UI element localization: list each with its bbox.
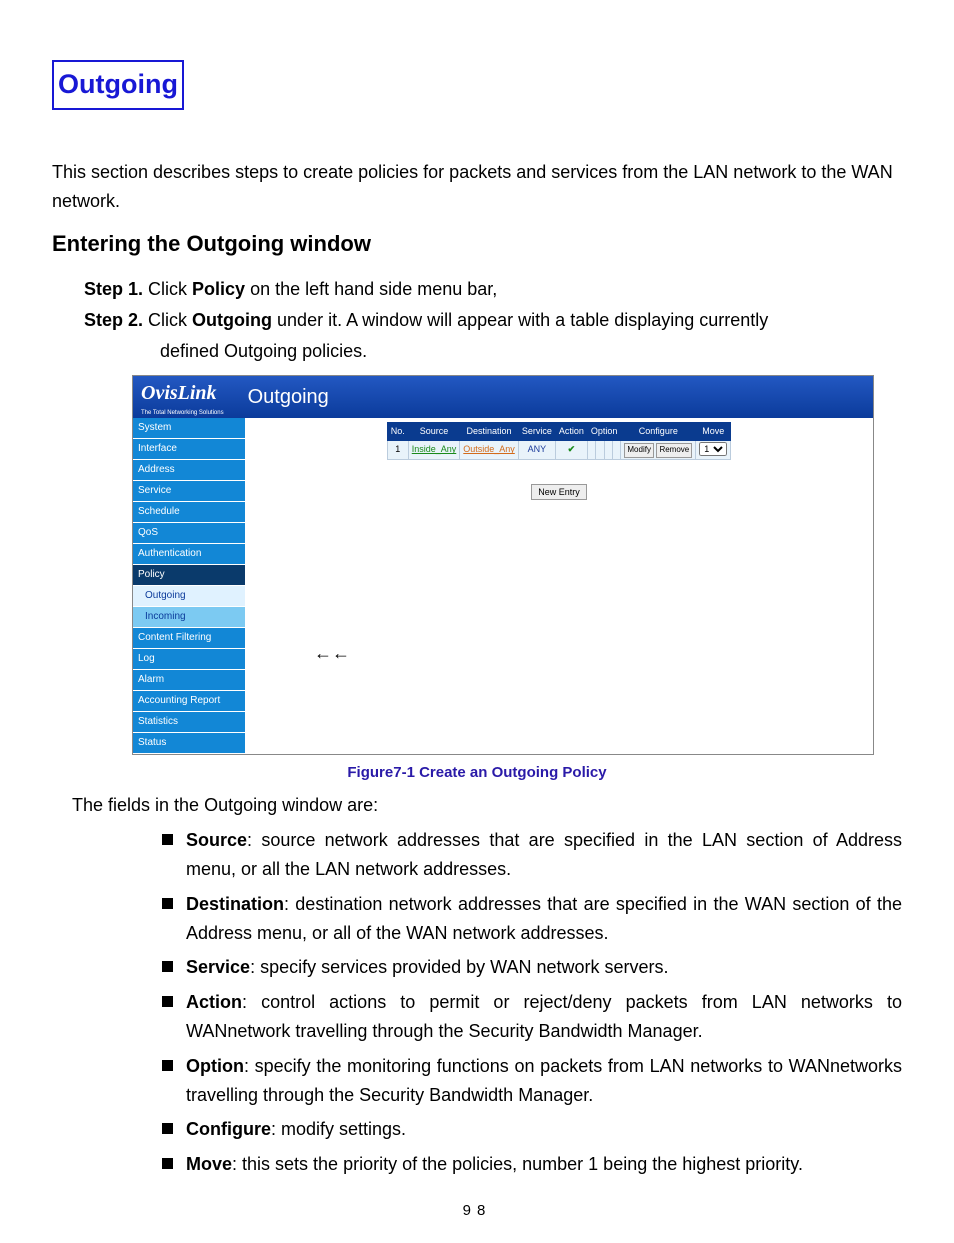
figure-caption: Figure7-1 Create an Outgoing Policy bbox=[52, 761, 902, 785]
cell-option-3 bbox=[604, 440, 612, 459]
page-number: 98 bbox=[52, 1199, 902, 1223]
sidebar-item-authentication[interactable]: Authentication bbox=[133, 544, 245, 565]
screenshot-body: System Interface Address Service Schedul… bbox=[133, 418, 873, 754]
step-2-pre: Click bbox=[148, 310, 192, 330]
fields-list: Source: source network addresses that ar… bbox=[162, 826, 902, 1179]
sidebar-item-log[interactable]: Log bbox=[133, 649, 245, 670]
field-service: Service: specify services provided by WA… bbox=[162, 953, 902, 982]
step-2-label: Step 2. bbox=[84, 310, 143, 330]
col-service: Service bbox=[518, 423, 555, 440]
step-2-continuation: defined Outgoing policies. bbox=[160, 337, 902, 366]
step-2-post: under it. A window will appear with a ta… bbox=[272, 310, 768, 330]
step-1-bold: Policy bbox=[192, 279, 245, 299]
col-destination: Destination bbox=[460, 423, 519, 440]
sidebar-subitem-outgoing[interactable]: Outgoing bbox=[133, 586, 245, 607]
move-select[interactable]: 1 bbox=[699, 442, 727, 456]
cell-service: ANY bbox=[518, 440, 555, 459]
table-row: 1 Inside_Any Outside_Any ANY ✔ Modify Re… bbox=[387, 440, 731, 459]
cell-configure: Modify Remove bbox=[621, 440, 696, 459]
sidebar-item-schedule[interactable]: Schedule bbox=[133, 502, 245, 523]
sidebar-item-statistics[interactable]: Statistics bbox=[133, 712, 245, 733]
cell-move: 1 bbox=[696, 440, 731, 459]
sidebar-item-system[interactable]: System bbox=[133, 418, 245, 439]
step-1: Step 1. Click Policy on the left hand si… bbox=[84, 275, 902, 304]
sidebar-item-status[interactable]: Status bbox=[133, 733, 245, 754]
intro-paragraph: This section describes steps to create p… bbox=[52, 158, 902, 216]
policy-table: No. Source Destination Service Action Op… bbox=[387, 422, 732, 459]
sidebar-subitem-incoming[interactable]: Incoming bbox=[133, 607, 245, 628]
table-header-row: No. Source Destination Service Action Op… bbox=[387, 423, 731, 440]
screenshot-header: OvisLink The Total Networking Solutions … bbox=[133, 376, 873, 418]
screenshot-outgoing: OvisLink The Total Networking Solutions … bbox=[132, 375, 874, 755]
field-option: Option: specify the monitoring functions… bbox=[162, 1052, 902, 1110]
step-1-post: on the left hand side menu bar, bbox=[245, 279, 497, 299]
col-no: No. bbox=[387, 423, 408, 440]
col-option: Option bbox=[587, 423, 621, 440]
modify-button[interactable]: Modify bbox=[624, 443, 654, 458]
cell-option-2 bbox=[596, 440, 604, 459]
col-action: Action bbox=[555, 423, 587, 440]
sidebar-item-accounting-report[interactable]: Accounting Report bbox=[133, 691, 245, 712]
sidebar-item-content-filtering[interactable]: Content Filtering bbox=[133, 628, 245, 649]
step-1-pre: Click bbox=[148, 279, 192, 299]
sidebar-item-alarm[interactable]: Alarm bbox=[133, 670, 245, 691]
new-entry-button[interactable]: New Entry bbox=[531, 484, 587, 500]
col-source: Source bbox=[408, 423, 460, 440]
brand-logo: OvisLink bbox=[133, 377, 224, 409]
sidebar-item-service[interactable]: Service bbox=[133, 481, 245, 502]
cell-source[interactable]: Inside_Any bbox=[408, 440, 460, 459]
cell-option-1 bbox=[587, 440, 595, 459]
sidebar-item-qos[interactable]: QoS bbox=[133, 523, 245, 544]
sidebar-item-interface[interactable]: Interface bbox=[133, 439, 245, 460]
step-1-label: Step 1. bbox=[84, 279, 143, 299]
brand-tagline: The Total Networking Solutions bbox=[133, 409, 224, 419]
check-icon: ✔ bbox=[568, 444, 576, 454]
remove-button[interactable]: Remove bbox=[656, 443, 692, 458]
field-configure: Configure: modify settings. bbox=[162, 1115, 902, 1144]
sidebar-item-policy[interactable]: Policy bbox=[133, 565, 245, 586]
cell-no: 1 bbox=[387, 440, 408, 459]
step-2: Step 2. Click Outgoing under it. A windo… bbox=[84, 306, 902, 335]
step-2-bold: Outgoing bbox=[192, 310, 272, 330]
field-action: Action: control actions to permit or rej… bbox=[162, 988, 902, 1046]
cell-destination[interactable]: Outside_Any bbox=[460, 440, 519, 459]
col-configure: Configure bbox=[621, 423, 696, 440]
arrow-left-icon: ←← bbox=[314, 639, 350, 668]
field-move: Move: this sets the priority of the poli… bbox=[162, 1150, 902, 1179]
screenshot-page-name: Outgoing bbox=[248, 381, 329, 413]
fields-intro: The fields in the Outgoing window are: bbox=[72, 791, 902, 820]
sidebar-item-address[interactable]: Address bbox=[133, 460, 245, 481]
figure-7-1: OvisLink The Total Networking Solutions … bbox=[132, 375, 902, 755]
col-move: Move bbox=[696, 423, 731, 440]
page-title: Outgoing bbox=[52, 60, 184, 110]
subtitle: Entering the Outgoing window bbox=[52, 226, 902, 261]
field-source: Source: source network addresses that ar… bbox=[162, 826, 902, 884]
screenshot-sidebar: System Interface Address Service Schedul… bbox=[133, 418, 245, 754]
cell-action: ✔ bbox=[555, 440, 587, 459]
cell-option-4 bbox=[612, 440, 620, 459]
field-destination: Destination: destination network address… bbox=[162, 890, 902, 948]
screenshot-main: No. Source Destination Service Action Op… bbox=[245, 418, 873, 754]
